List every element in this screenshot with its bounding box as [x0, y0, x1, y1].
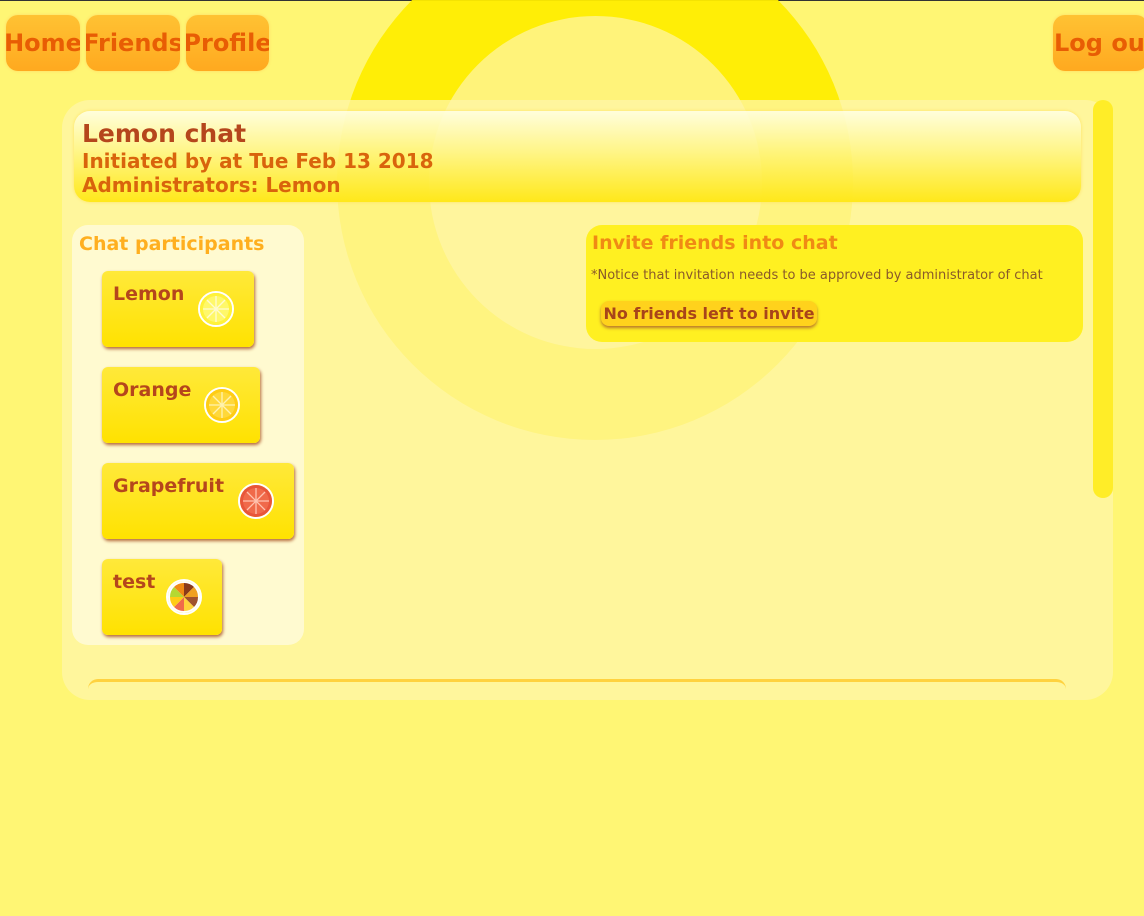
participants-title: Chat participants: [79, 233, 265, 255]
invite-title: Invite friends into chat: [592, 232, 838, 254]
participant-card-test[interactable]: test: [102, 559, 222, 635]
participant-name: test: [113, 571, 156, 593]
participant-card-orange[interactable]: Orange: [102, 367, 260, 443]
chat-initiated-info: Initiated by at Tue Feb 13 2018: [82, 149, 434, 173]
participant-name: Orange: [113, 379, 192, 401]
chat-title: Lemon chat: [82, 119, 247, 148]
participant-name: Grapefruit: [113, 475, 225, 497]
participant-name: Lemon: [113, 283, 185, 305]
nav-profile-button[interactable]: Profile: [186, 15, 269, 71]
invite-notice: *Notice that invitation needs to be appr…: [591, 268, 1043, 283]
invite-friends-button[interactable]: No friends left to invite: [601, 301, 817, 326]
message-area-divider: [88, 679, 1066, 702]
nav-home-button[interactable]: Home: [6, 15, 80, 71]
chat-administrators: Administrators: Lemon: [82, 173, 341, 197]
panel-scrollbar[interactable]: [1093, 100, 1113, 498]
orange-icon: [204, 387, 240, 423]
grapefruit-icon: [238, 483, 274, 519]
lemon-icon: [198, 291, 234, 327]
nav-logout-button[interactable]: Log out: [1053, 15, 1144, 71]
mixed-fruit-icon: [166, 579, 202, 615]
nav-friends-button[interactable]: Friends: [86, 15, 180, 71]
participant-card-lemon[interactable]: Lemon: [102, 271, 254, 347]
participant-card-grapefruit[interactable]: Grapefruit: [102, 463, 294, 539]
